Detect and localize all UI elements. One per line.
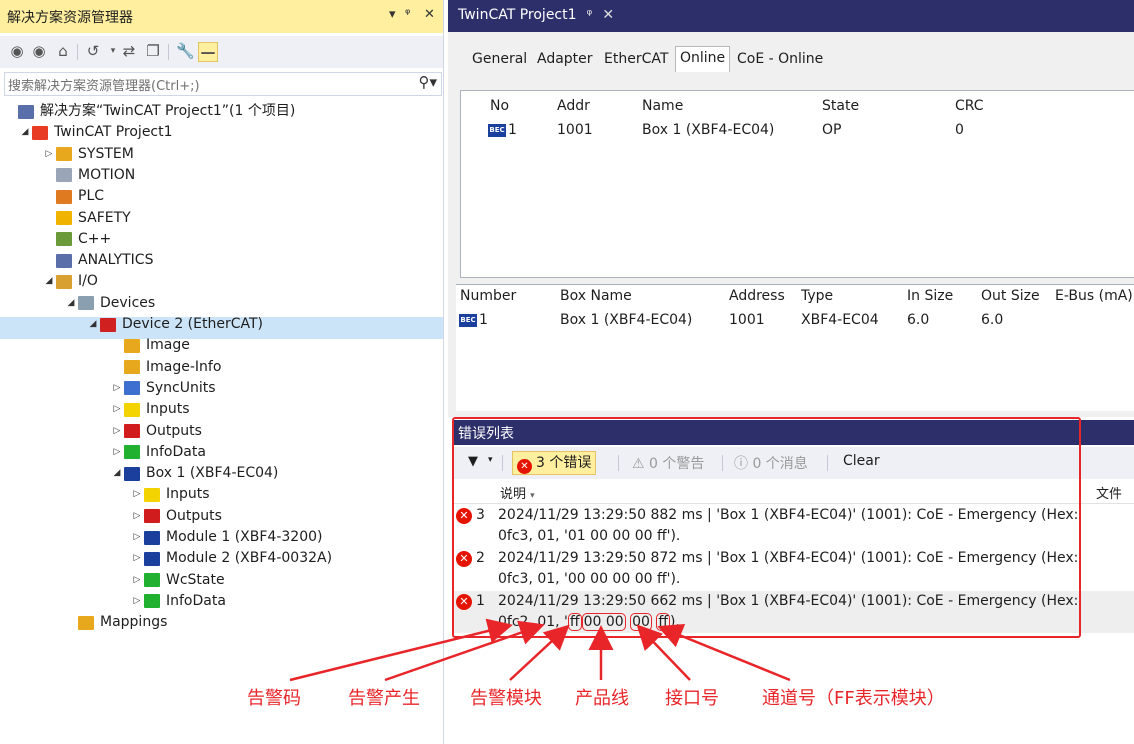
annotation-arrows bbox=[289, 618, 791, 682]
annotation-product-line: 产品线 bbox=[575, 688, 629, 709]
annotation-channel-number: 通道号（FF表示模块） bbox=[762, 688, 945, 709]
annotation-alarm-generated: 告警产生 bbox=[348, 688, 420, 709]
annotation-alarm-module: 告警模块 bbox=[470, 688, 542, 709]
annotation-alarm-code: 告警码 bbox=[247, 688, 301, 709]
annotation-interface-number: 接口号 bbox=[665, 688, 719, 709]
